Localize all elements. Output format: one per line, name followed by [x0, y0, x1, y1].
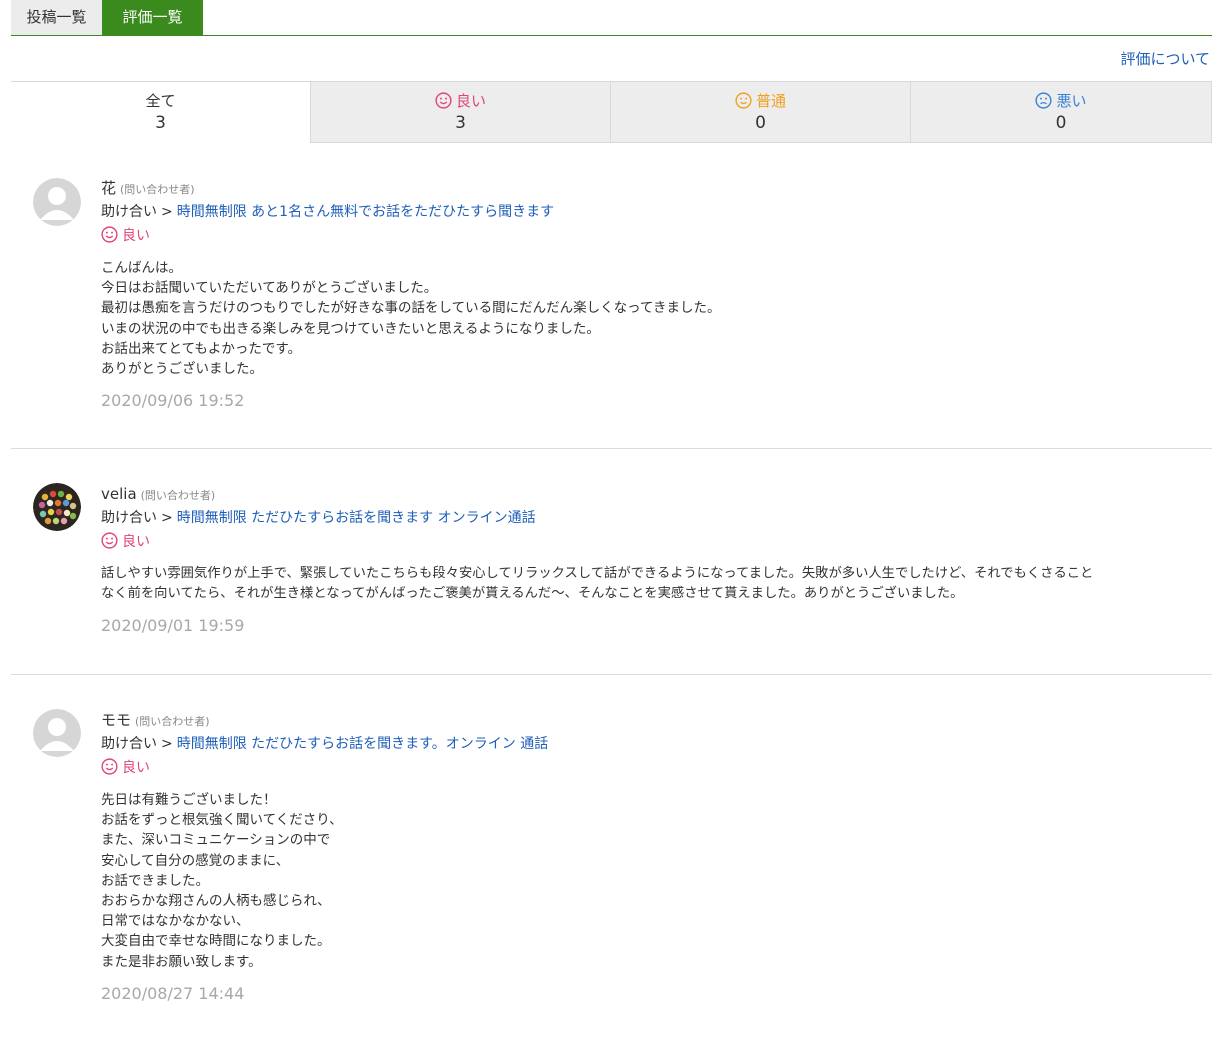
review-item: 花 (問い合わせ者) 助け合い > 時間無制限 あと1名さん無料でお話をただひたすら聞…: [11, 170, 1212, 449]
default-avatar-icon[interactable]: [33, 709, 81, 757]
about-ratings-link[interactable]: 評価について: [1120, 48, 1210, 69]
filter-good-label: 良い: [455, 92, 486, 110]
rating-label: 良い: [122, 534, 150, 550]
review-date: 2020/09/06 19:52: [101, 391, 245, 411]
review-item: velia (問い合わせ者) 助け合い > 時間無制限 ただひたすらお話を聞きます オ…: [11, 476, 1212, 675]
filter-normal-count: 0: [755, 113, 766, 133]
service-category: 助け合い: [101, 204, 157, 220]
smile-face-icon: [435, 92, 452, 109]
rating-badge: 良い: [101, 532, 1182, 552]
service-link[interactable]: 時間無制限 ただひたすらお話を聞きます オンライン通話: [177, 510, 536, 526]
filter-normal-label: 普通: [755, 92, 786, 110]
reviewer-role: (問い合わせ者): [120, 183, 195, 196]
filter-all-count: 3: [155, 113, 166, 133]
rating-badge: 良い: [101, 226, 1182, 246]
review-comment: こんばんは。 今日はお話聞いていただいてありがとうございました。 最初は愚痴を言…: [101, 260, 721, 378]
service-category: 助け合い: [101, 510, 157, 526]
default-avatar-icon[interactable]: [33, 178, 81, 226]
top-tab-bar: 投稿一覧 評価一覧: [11, 0, 1212, 36]
smile-face-icon: [101, 758, 118, 775]
filter-good[interactable]: 良い 3: [311, 82, 611, 143]
review-comment: 先日は有難うございました！ お話をずっと根気強く聞いてくださり、 また、深いコミ…: [101, 792, 343, 970]
review-date: 2020/08/27 14:44: [101, 983, 245, 1003]
page: 投稿一覧 評価一覧 評価について 全て 3 良い 3 普通 0 悪い 0 花 (…: [0, 0, 1220, 1037]
filter-bad-label: 悪い: [1056, 92, 1087, 110]
rating-filter-bar: 全て 3 良い 3 普通 0 悪い 0: [11, 81, 1212, 143]
breadcrumb-separator: >: [161, 510, 173, 526]
sad-face-icon: [1035, 92, 1053, 109]
colorful-dots-photo-icon: [33, 483, 81, 531]
filter-all[interactable]: 全て 3: [11, 82, 311, 143]
review-item: モモ (問い合わせ者) 助け合い > 時間無制限 ただひたすらお話を聞きます。オンライ…: [11, 702, 1212, 1022]
filter-all-label: 全て: [145, 92, 176, 110]
breadcrumb-separator: >: [161, 204, 173, 220]
rating-badge: 良い: [101, 758, 1182, 778]
review-date: 2020/09/01 19:59: [101, 616, 245, 636]
service-link[interactable]: 時間無制限 ただひたすらお話を聞きます。オンライン 通話: [177, 736, 549, 752]
neutral-face-icon: [735, 92, 752, 109]
reviewer-name[interactable]: モモ: [101, 711, 131, 729]
smile-face-icon: [101, 226, 118, 243]
service-category: 助け合い: [101, 736, 157, 752]
reviewer-name[interactable]: 花: [101, 179, 116, 197]
rating-label: 良い: [122, 228, 150, 244]
tab-posts[interactable]: 投稿一覧: [11, 0, 102, 35]
breadcrumb-separator: >: [161, 736, 173, 752]
review-comment: 話しやすい雰囲気作りが上手で、緊張していたこちらも段々安心してリラックスして話が…: [101, 566, 1094, 602]
service-link[interactable]: 時間無制限 あと1名さん無料でお話をただひたすら聞きます: [177, 204, 554, 220]
rating-label: 良い: [122, 760, 150, 776]
filter-bad[interactable]: 悪い 0: [911, 82, 1212, 143]
smile-face-icon: [101, 532, 118, 549]
tab-reviews[interactable]: 評価一覧: [102, 0, 203, 35]
reviewer-name[interactable]: velia: [101, 485, 137, 503]
reviewer-role: (問い合わせ者): [140, 489, 216, 502]
filter-bad-count: 0: [1055, 113, 1067, 133]
filter-normal[interactable]: 普通 0: [611, 82, 911, 143]
filter-good-count: 3: [455, 113, 466, 133]
user-avatar[interactable]: [33, 483, 81, 531]
reviewer-role: (問い合わせ者): [135, 715, 210, 728]
